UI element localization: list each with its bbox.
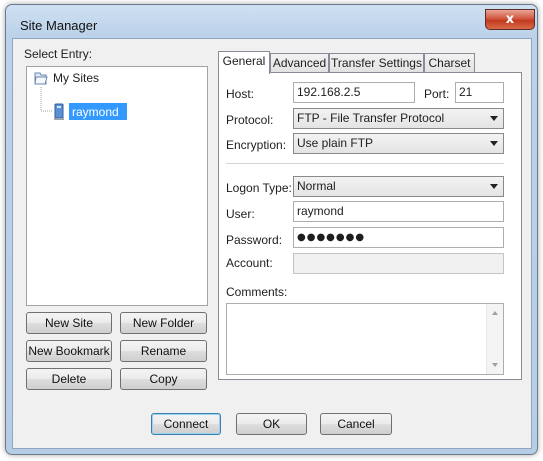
chevron-down-icon bbox=[490, 184, 498, 189]
comments-scrollbar[interactable] bbox=[486, 304, 503, 374]
port-label: Port: bbox=[424, 87, 450, 101]
account-label: Account: bbox=[226, 256, 273, 270]
account-input[interactable] bbox=[293, 253, 504, 274]
encryption-select[interactable]: Use plain FTP bbox=[293, 133, 504, 154]
host-label: Host: bbox=[226, 87, 255, 101]
tree-root-label: My Sites bbox=[53, 71, 100, 85]
comments-label: Comments: bbox=[226, 285, 288, 299]
new-bookmark-button[interactable]: New Bookmark bbox=[26, 340, 112, 362]
select-entry-label: Select Entry: bbox=[24, 47, 93, 61]
user-label: User: bbox=[226, 207, 255, 221]
user-input[interactable]: raymond bbox=[293, 201, 504, 222]
encryption-label: Encryption: bbox=[226, 138, 287, 152]
connect-button[interactable]: Connect bbox=[151, 413, 221, 435]
port-input[interactable]: 21 bbox=[455, 82, 504, 103]
divider bbox=[226, 163, 504, 164]
tab-general[interactable]: General bbox=[218, 51, 270, 74]
new-site-button[interactable]: New Site bbox=[26, 312, 112, 334]
protocol-label: Protocol: bbox=[226, 113, 274, 127]
folder-icon bbox=[34, 72, 48, 85]
logon-type-select[interactable]: Normal bbox=[293, 176, 504, 197]
encryption-value: Use plain FTP bbox=[297, 136, 374, 150]
cancel-button[interactable]: Cancel bbox=[320, 413, 392, 435]
tab-transfer-settings[interactable]: Transfer Settings bbox=[329, 53, 424, 73]
ok-button[interactable]: OK bbox=[236, 413, 307, 435]
scroll-up-icon[interactable] bbox=[492, 311, 498, 315]
protocol-value: FTP - File Transfer Protocol bbox=[297, 111, 445, 125]
new-folder-button[interactable]: New Folder bbox=[120, 312, 207, 334]
site-tree[interactable]: My Sites raymond bbox=[26, 66, 208, 306]
tab-charset[interactable]: Charset bbox=[424, 53, 475, 73]
window-title: Site Manager bbox=[20, 18, 98, 33]
scroll-down-icon[interactable] bbox=[492, 363, 498, 367]
password-input[interactable]: ●●●●●●● bbox=[293, 227, 504, 248]
rename-button[interactable]: Rename bbox=[120, 340, 207, 362]
chevron-down-icon bbox=[490, 116, 498, 121]
logon-type-value: Normal bbox=[297, 179, 336, 193]
protocol-select[interactable]: FTP - File Transfer Protocol bbox=[293, 108, 504, 129]
logon-type-label: Logon Type: bbox=[226, 181, 292, 195]
close-icon: x bbox=[505, 12, 515, 27]
delete-button[interactable]: Delete bbox=[26, 368, 112, 390]
dialog-client-area: Select Entry: My Sites raymond New Site … bbox=[12, 38, 532, 449]
server-icon bbox=[54, 103, 64, 120]
host-input[interactable]: 192.168.2.5 bbox=[293, 82, 415, 103]
copy-button[interactable]: Copy bbox=[120, 368, 207, 390]
tree-item-label: raymond bbox=[72, 105, 119, 119]
tab-advanced[interactable]: Advanced bbox=[270, 53, 329, 73]
password-label: Password: bbox=[226, 233, 283, 247]
chevron-down-icon bbox=[490, 141, 498, 146]
close-button[interactable]: x bbox=[485, 9, 535, 30]
comments-textarea[interactable] bbox=[226, 303, 504, 375]
general-tab-panel: Host: 192.168.2.5 Port: 21 Protocol: FTP… bbox=[218, 72, 522, 380]
